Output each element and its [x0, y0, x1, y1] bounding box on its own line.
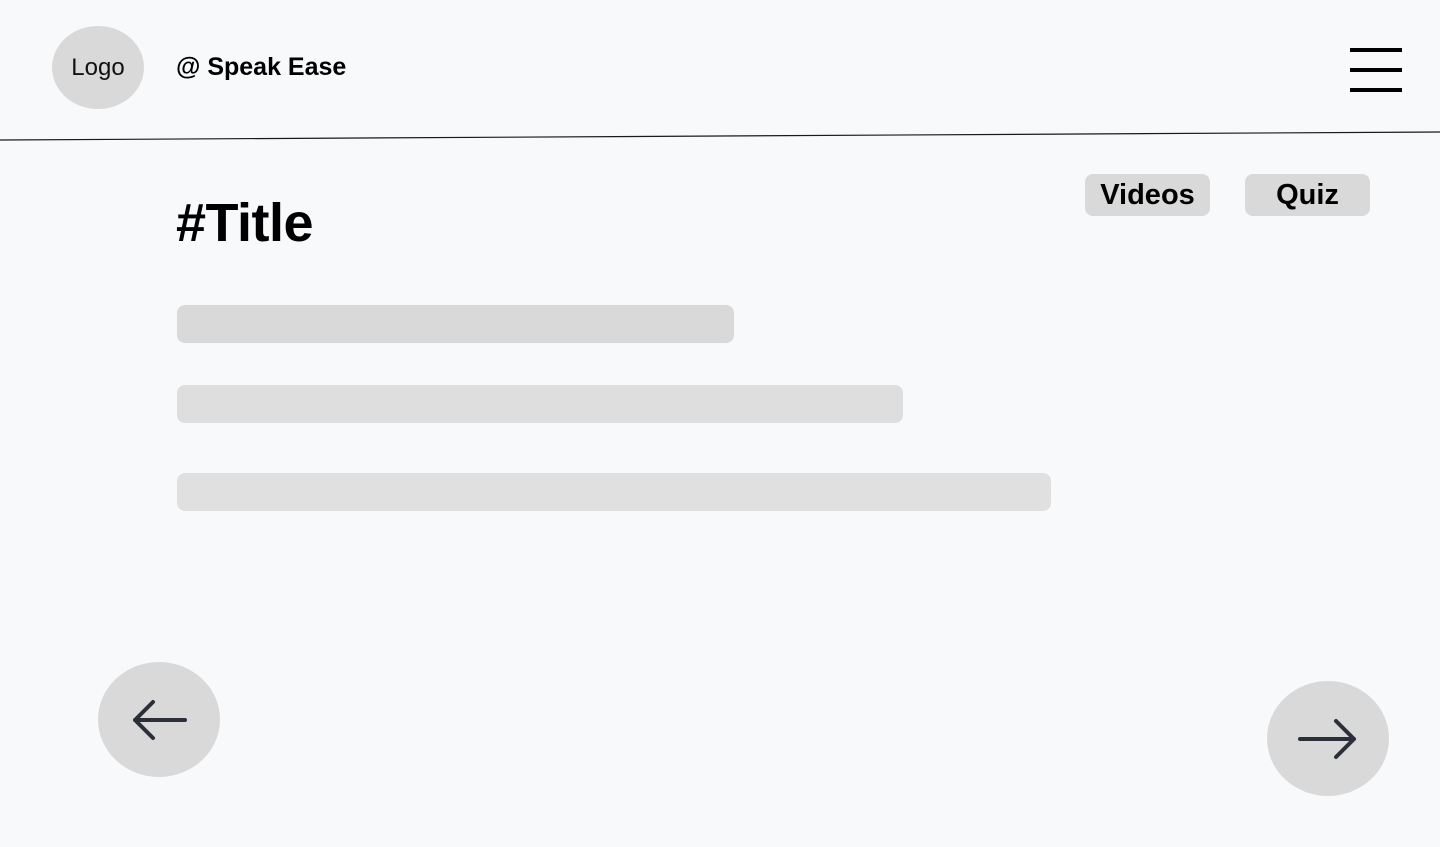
content-placeholder-line [177, 305, 734, 343]
page-title: #Title [176, 193, 314, 253]
hamburger-menu-icon[interactable] [1350, 48, 1402, 93]
menu-bar [1350, 88, 1402, 92]
logo-text: Logo [71, 53, 125, 81]
arrow-left-icon [133, 699, 187, 740]
tab-videos[interactable]: Videos [1085, 174, 1210, 216]
page: Logo @ Speak Ease #Title Videos Quiz [0, 0, 1440, 847]
arrow-right-icon [1298, 718, 1356, 759]
header-divider [0, 131, 1440, 141]
logo[interactable]: Logo [52, 26, 144, 109]
content-placeholder-line [177, 385, 903, 423]
tab-quiz-label: Quiz [1276, 178, 1339, 211]
tab-quiz[interactable]: Quiz [1245, 174, 1370, 216]
previous-button[interactable] [98, 662, 220, 777]
brand-name[interactable]: @ Speak Ease [176, 51, 346, 83]
tab-videos-label: Videos [1100, 178, 1195, 211]
menu-bar [1350, 48, 1402, 52]
content-placeholder-line [177, 473, 1051, 511]
menu-bar [1350, 68, 1402, 72]
next-button[interactable] [1267, 681, 1389, 796]
